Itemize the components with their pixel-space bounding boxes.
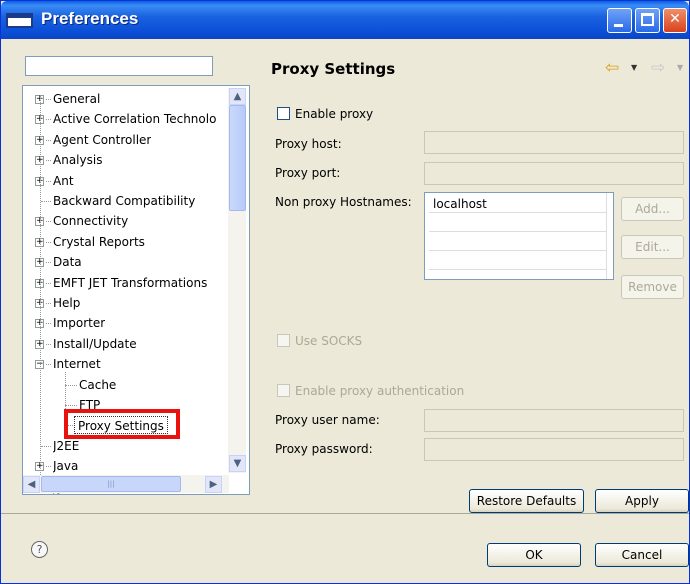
back-arrow-icon[interactable]: ⇦	[605, 58, 619, 78]
tree-connector	[46, 323, 51, 324]
help-icon[interactable]: ?	[31, 541, 48, 558]
forward-dropdown-icon[interactable]: ▼	[677, 63, 683, 72]
tree-item-active-correlation-technolo[interactable]: Active Correlation Technolo	[53, 109, 216, 129]
proxy-password-label: Proxy password:	[275, 442, 373, 456]
use-socks-label: Use SOCKS	[295, 334, 363, 348]
tree-item-cache[interactable]: Cache	[79, 375, 116, 395]
close-icon: ✕	[669, 11, 681, 27]
horizontal-scroll-thumb[interactable]: |||	[41, 476, 181, 492]
remove-button[interactable]: Remove	[621, 275, 684, 299]
proxy-port-field[interactable]	[424, 162, 684, 185]
tree-connector	[46, 344, 51, 345]
ok-button[interactable]: OK	[487, 543, 581, 567]
restore-defaults-button[interactable]: Restore Defaults	[469, 489, 584, 513]
tree-connector	[46, 303, 51, 304]
list-row-empty	[429, 233, 607, 251]
scroll-left-button[interactable]: ◀	[23, 476, 40, 493]
tree-connector	[46, 99, 51, 100]
proxy-password-field[interactable]	[424, 438, 684, 461]
tree-connector	[46, 140, 51, 141]
tree-item-backward-compatibility[interactable]: Backward Compatibility	[53, 191, 195, 211]
non-proxy-hostnames-label: Non proxy Hostnames:	[275, 195, 412, 209]
tree-connector	[46, 160, 51, 161]
enable-proxy-authentication-label: Enable proxy authentication	[295, 384, 465, 398]
list-row-empty	[429, 214, 607, 232]
apply-button[interactable]: Apply	[595, 489, 689, 513]
list-column-divider	[606, 193, 607, 279]
tree-item-emft-jet-transformations[interactable]: EMFT JET Transformations	[53, 273, 207, 293]
page-title: Proxy Settings	[271, 60, 396, 78]
scroll-up-button[interactable]: ▲	[229, 88, 246, 105]
tree-item-install-update[interactable]: Install/Update	[53, 334, 137, 354]
minimize-button[interactable]	[607, 8, 632, 33]
chevron-down-icon: ▼	[233, 458, 242, 469]
tree-item-importer[interactable]: Importer	[53, 313, 105, 333]
tree-item-connectivity[interactable]: Connectivity	[53, 211, 128, 231]
filter-input[interactable]	[25, 56, 213, 76]
enable-proxy-label: Enable proxy	[295, 107, 374, 121]
tree-connector	[46, 181, 51, 182]
tree-item-proxy-settings[interactable]: Proxy Settings	[74, 416, 168, 434]
tree-connector	[46, 466, 51, 467]
tree-connector	[46, 283, 51, 284]
tree-connector	[41, 201, 51, 202]
tree-connector	[41, 446, 51, 447]
footer-separator	[1, 513, 689, 514]
maximize-icon	[641, 13, 654, 26]
tree-connector	[65, 405, 77, 406]
edit-button[interactable]: Edit...	[621, 235, 684, 259]
tree-connector	[46, 119, 51, 120]
tree-item-j2ee[interactable]: J2EE	[53, 436, 79, 456]
chevron-right-icon: ▶	[209, 479, 218, 490]
close-button[interactable]: ✕	[663, 8, 687, 33]
back-dropdown-icon[interactable]: ▼	[631, 63, 637, 72]
preferences-window: Preferences ✕ + General + Active Correlatio…	[0, 0, 690, 584]
tree-connector	[46, 242, 51, 243]
tree-item-ant[interactable]: Ant	[53, 171, 74, 191]
tree-connector	[46, 364, 51, 365]
window-title: Preferences	[41, 9, 139, 28]
tree-item-internet[interactable]: Internet	[53, 354, 101, 374]
list-item-label: localhost	[433, 197, 487, 211]
forward-arrow-icon[interactable]: ⇨	[651, 58, 665, 78]
tree-connector	[40, 95, 41, 493]
chevron-up-icon: ▲	[233, 91, 242, 102]
window-icon	[6, 13, 33, 28]
tree-connector	[46, 262, 51, 263]
add-button[interactable]: Add...	[621, 197, 684, 221]
proxy-host-field[interactable]	[424, 131, 684, 154]
tree-item-general[interactable]: General	[53, 89, 100, 109]
non-proxy-hostnames-list[interactable]: localhost	[424, 192, 614, 280]
tree-item-agent-controller[interactable]: Agent Controller	[53, 130, 151, 150]
proxy-port-label: Proxy port:	[275, 166, 341, 180]
tree-item-analysis[interactable]: Analysis	[53, 150, 102, 170]
enable-proxy-checkbox[interactable]	[277, 107, 290, 120]
minimize-icon	[614, 24, 623, 27]
tree-item-help[interactable]: Help	[53, 293, 80, 313]
scroll-right-button[interactable]: ▶	[205, 476, 222, 493]
proxy-user-name-field[interactable]	[424, 409, 684, 432]
proxy-user-name-label: Proxy user name:	[275, 413, 380, 427]
list-row-empty	[429, 252, 607, 270]
title-bar[interactable]: Preferences ✕	[1, 1, 689, 39]
vertical-scroll-thumb[interactable]	[229, 105, 246, 211]
scroll-down-button[interactable]: ▼	[229, 455, 246, 472]
tree-connector	[46, 221, 51, 222]
maximize-button[interactable]	[635, 8, 660, 33]
proxy-host-label: Proxy host:	[275, 137, 342, 151]
enable-proxy-authentication-checkbox[interactable]	[277, 384, 290, 397]
chevron-left-icon: ◀	[27, 479, 36, 490]
tree-item-data[interactable]: Data	[53, 252, 82, 272]
tree-item-crystal-reports[interactable]: Crystal Reports	[53, 232, 145, 252]
tree-item-java[interactable]: Java	[53, 456, 78, 476]
use-socks-checkbox[interactable]	[277, 334, 290, 347]
tree-connector	[65, 385, 77, 386]
list-item[interactable]: localhost	[429, 195, 607, 213]
cancel-button[interactable]: Cancel	[595, 543, 689, 567]
